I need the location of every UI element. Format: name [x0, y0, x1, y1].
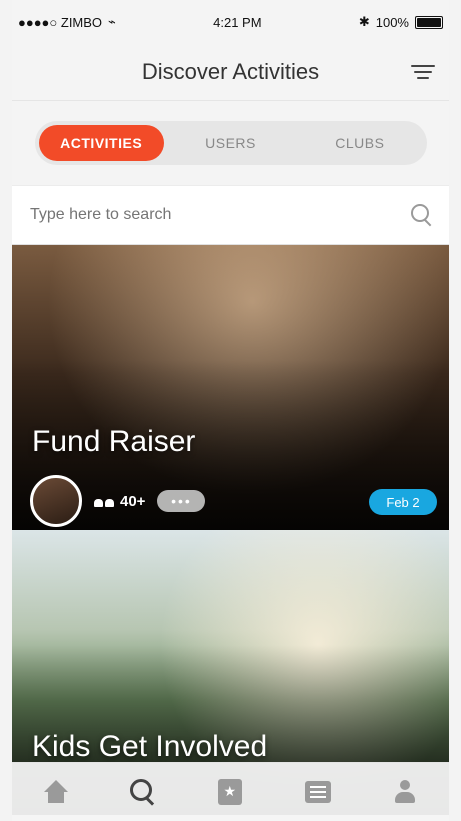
- frame-right: [449, 0, 461, 821]
- status-bar: ●●●●○ ZIMBO ⌁ 4:21 PM ✱ 100%: [12, 0, 449, 44]
- filter-icon[interactable]: [407, 58, 439, 86]
- status-right: ✱ 100%: [359, 14, 443, 30]
- page-title: Discover Activities: [141, 59, 320, 84]
- chat-icon: [304, 781, 331, 803]
- tab-users[interactable]: USERS: [168, 125, 293, 161]
- segment-control: ACTIVITIES USERS CLUBS: [34, 121, 427, 165]
- tab-activities[interactable]: ACTIVITIES: [38, 125, 164, 161]
- people-icon: [94, 495, 114, 507]
- more-button[interactable]: •••: [157, 490, 206, 512]
- card-title: Fund Raiser: [32, 425, 196, 458]
- home-icon: [43, 780, 69, 804]
- filter-line: [414, 71, 432, 73]
- carrier-text: ●●●●○ ZIMBO: [18, 14, 103, 30]
- phone-frame: ●●●●○ ZIMBO ⌁ 4:21 PM ✱ 100% Discover Ac…: [0, 0, 461, 821]
- filter-line: [417, 77, 429, 79]
- home-icon-base: [47, 791, 64, 803]
- tab-bar: [12, 762, 449, 821]
- tab-search[interactable]: [121, 772, 165, 812]
- search-bar: [12, 185, 449, 245]
- tab-home[interactable]: [34, 772, 78, 812]
- search-input[interactable]: [28, 205, 392, 225]
- status-time: 4:21 PM: [213, 14, 262, 30]
- star-icon: [218, 779, 243, 805]
- tab-clubs[interactable]: CLUBS: [297, 125, 422, 161]
- screen: ●●●●○ ZIMBO ⌁ 4:21 PM ✱ 100% Discover Ac…: [12, 0, 449, 821]
- tab-messages[interactable]: [296, 772, 340, 812]
- search-icon-handle: [145, 796, 155, 806]
- battery-text: 100%: [375, 14, 409, 30]
- date-badge: Feb 2: [369, 489, 437, 515]
- search-icon-handle: [424, 219, 432, 227]
- activity-card[interactable]: Fund Raiser 40+ ••• Feb 2: [12, 245, 449, 530]
- avatar[interactable]: [30, 475, 82, 527]
- tab-favorites[interactable]: [208, 772, 252, 812]
- tab-profile[interactable]: [383, 772, 427, 812]
- bluetooth-icon: ✱: [358, 14, 370, 29]
- wifi-icon: ⌁: [108, 14, 116, 29]
- nav-bar: Discover Activities: [12, 44, 449, 101]
- frame-left: [0, 0, 12, 821]
- card-title: Kids Get Involved: [32, 730, 268, 763]
- user-icon-head: [400, 780, 411, 790]
- filter-line: [411, 65, 435, 67]
- search-icon: [130, 779, 156, 806]
- search-icon[interactable]: [411, 204, 433, 227]
- segment-wrap: ACTIVITIES USERS CLUBS: [12, 101, 449, 185]
- members-count: 40+: [94, 493, 145, 510]
- user-icon: [392, 780, 418, 804]
- user-icon-body: [395, 792, 416, 803]
- card-meta: 40+ •••: [30, 475, 206, 527]
- battery-icon: [414, 15, 443, 29]
- members-text: 40+: [120, 492, 146, 510]
- status-left: ●●●●○ ZIMBO ⌁: [18, 14, 116, 30]
